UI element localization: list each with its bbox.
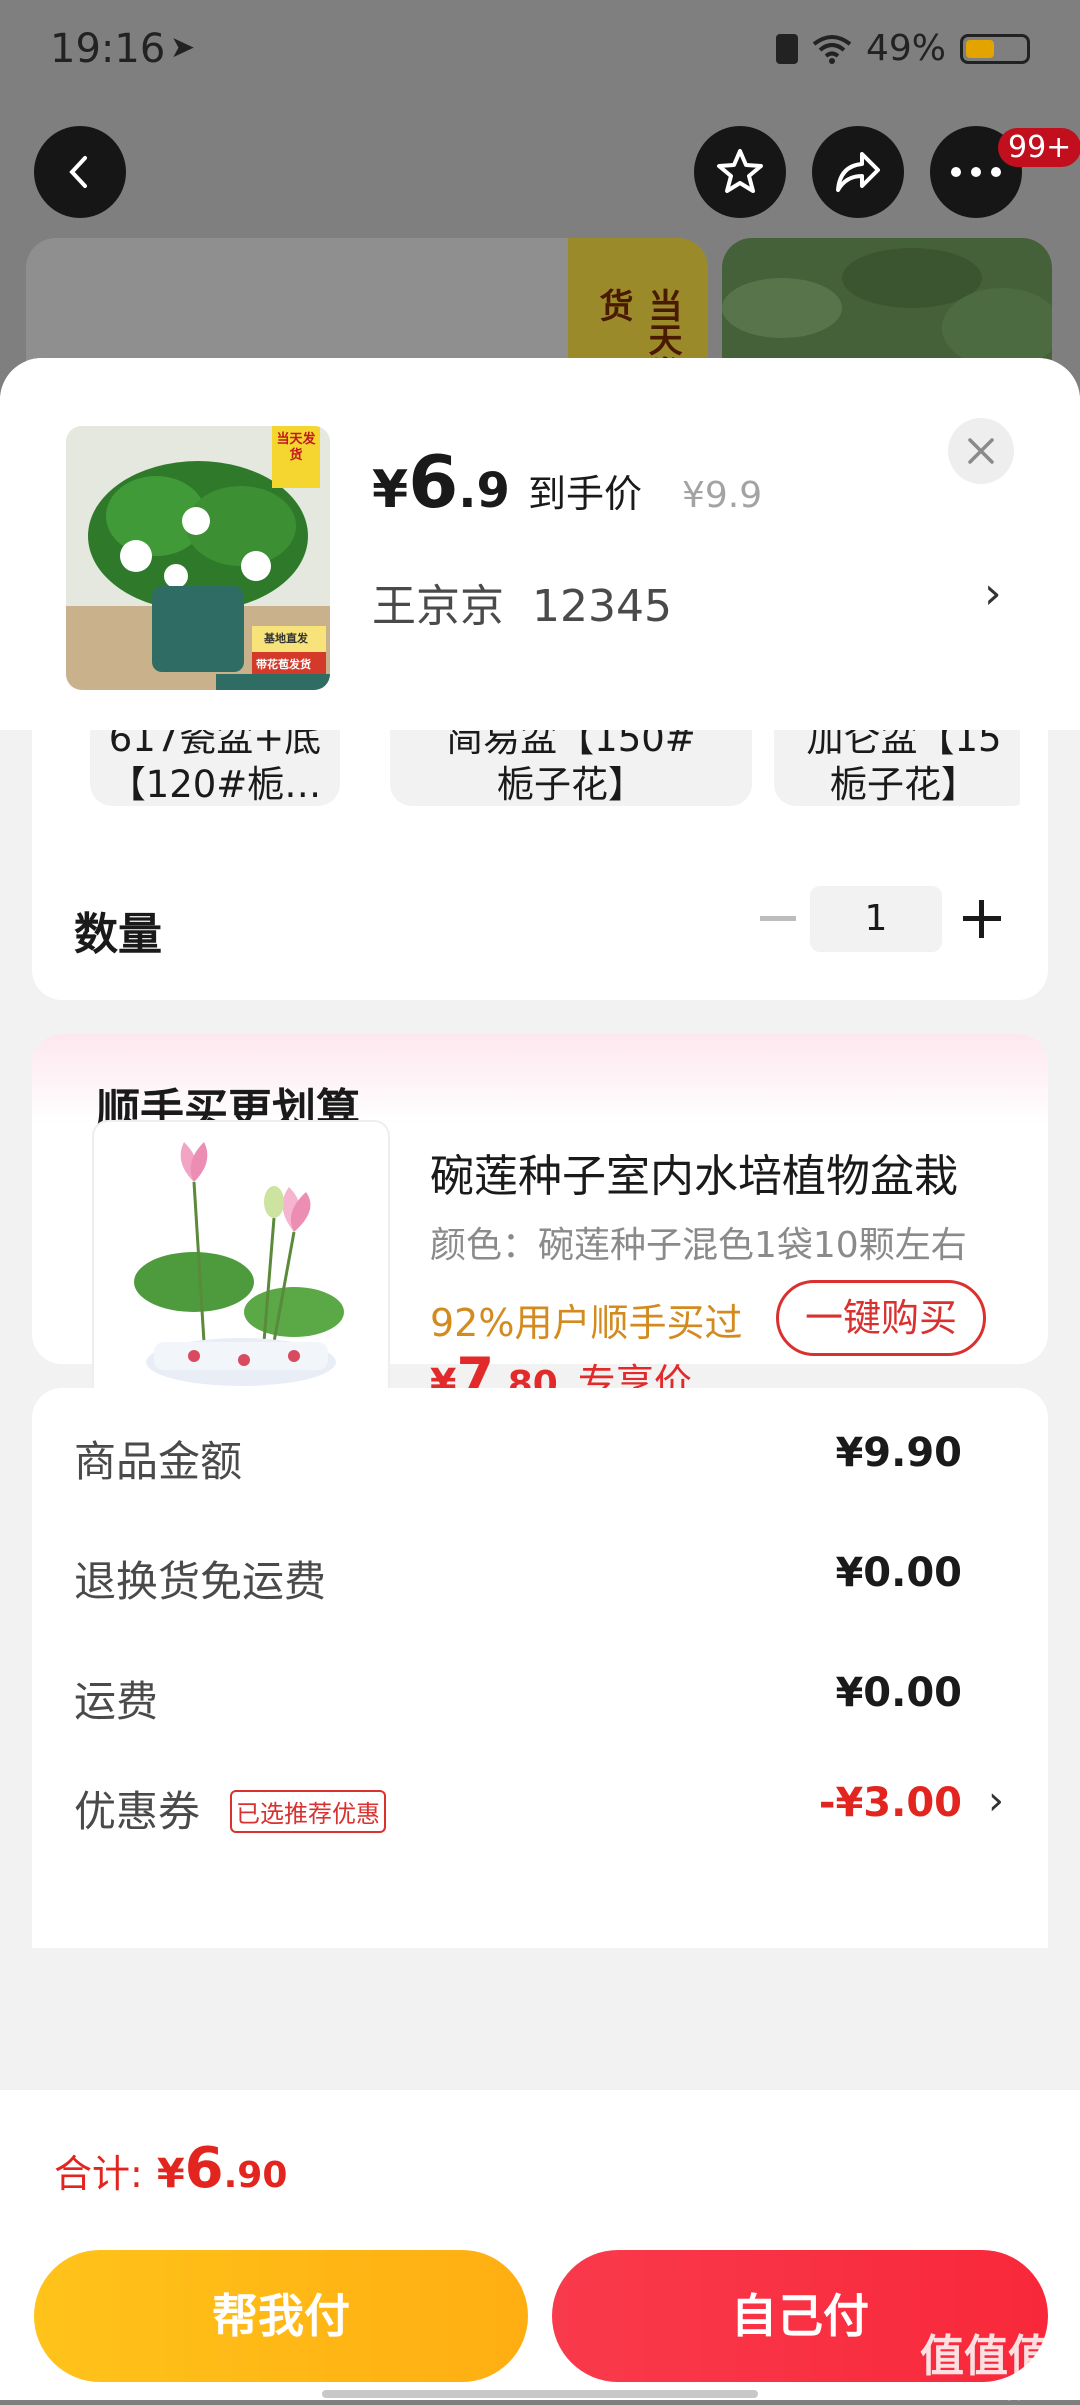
amount-value: ¥0.00 [835, 1550, 962, 1596]
amount-summary: 商品金额 ¥9.90 退换货免运费 ¥0.00 运费 ¥0.00 优惠券 已选推… [32, 1388, 1048, 1948]
lotus-product-image[interactable] [92, 1120, 390, 1414]
purchase-sheet: 617瓷盆+底 【120#栀… 简易盆【150# 栀子花】 加仑盆【15 栀子花】 数… [0, 358, 1080, 2400]
battery-icon [960, 33, 1030, 64]
home-indicator[interactable] [322, 2390, 758, 2398]
share-icon [836, 152, 880, 192]
price-integer: 6 [408, 440, 459, 524]
total-label: 合计: [54, 2152, 143, 2196]
plus-icon [963, 900, 1001, 938]
amount-value: ¥0.00 [835, 1670, 962, 1716]
amount-value: ¥9.90 [835, 1430, 962, 1476]
back-button[interactable] [34, 126, 126, 218]
quantity-increase-button[interactable] [952, 886, 1012, 952]
star-icon [717, 149, 763, 193]
coupon-value: -¥3.00 [818, 1780, 962, 1826]
close-icon [968, 438, 994, 464]
total-symbol: ¥ [156, 2151, 185, 2197]
total-amount: 合计: ¥ 6 .90 [54, 2136, 287, 2201]
same-day-tag: 当天发货 [272, 426, 320, 488]
battery-percent: 49% [865, 28, 946, 69]
coupon-row[interactable]: 优惠券 已选推荐优惠 -¥3.00 › [74, 1778, 1004, 1838]
chevron-right-icon[interactable]: › [984, 568, 1002, 619]
amount-row-goods: 商品金额 ¥9.90 [74, 1428, 1004, 1488]
pay-for-me-button[interactable]: 帮我付 [34, 2250, 528, 2382]
bundle-product-name[interactable]: 碗莲种子室内水培植物盆栽 [430, 1140, 958, 1204]
lotus-plant-image [134, 1142, 344, 1386]
total-integer: 6 [184, 2136, 224, 2201]
selected-spec[interactable]: 王京京 12345 [372, 570, 672, 634]
wifi-icon [812, 34, 852, 64]
coupon-tag: 已选推荐优惠 [230, 1790, 386, 1833]
status-bar: 19:16 ➤ 49% [0, 0, 1080, 100]
status-right: 49% [775, 28, 1030, 69]
bundle-offer-content: 碗莲种子室内水培植物盆栽 颜色：碗莲种子混色1袋10颗左右 92%用户顺手买过 … [32, 1034, 1048, 1414]
product-header: 当天发货 基地直发 带花苞发货 ¥ 6 .9 到手价 ¥9.9 王京京 1234… [0, 358, 1080, 730]
product-thumbnail[interactable]: 当天发货 基地直发 带花苞发货 [66, 426, 330, 690]
chevron-right-icon: › [988, 1778, 1004, 1824]
price-line: ¥ 6 .9 到手价 ¥9.9 [372, 440, 762, 524]
bundle-product-spec: 颜色：碗莲种子混色1袋10颗左右 [430, 1225, 967, 1266]
image-label-direct: 基地直发 [264, 632, 308, 645]
chevron-left-icon [69, 156, 87, 188]
amount-label: 商品金额 [74, 1437, 243, 1486]
price-symbol: ¥ [372, 460, 409, 520]
total-decimal: .90 [223, 2155, 288, 2196]
amount-row-return-shipping: 退换货免运费 ¥0.00 [74, 1548, 1004, 1608]
spec-quantity-card: 617瓷盆+底 【120#栀… 简易盆【150# 栀子花】 加仑盆【15 栀子花】 数… [32, 688, 1048, 1000]
amount-label: 退换货免运费 [74, 1557, 327, 1606]
watermark: 值值值 zhizhizhi.com [920, 2331, 1052, 2405]
favorite-button[interactable] [694, 126, 786, 218]
quantity-decrease-button[interactable] [748, 886, 808, 952]
one-click-buy-button[interactable]: 一键购买 [776, 1280, 986, 1356]
notification-icon: ➤ [170, 30, 196, 65]
more-dots-icon [951, 167, 1001, 177]
image-label-bud: 带花苞发货 [256, 658, 311, 671]
message-badge: 99+ [998, 128, 1080, 167]
quantity-label: 数量 [74, 909, 162, 960]
amount-row-shipping: 运费 ¥0.00 [74, 1668, 1004, 1728]
bundle-purchase-stat: 92%用户顺手买过 [430, 1301, 743, 1345]
price-label: 到手价 [527, 472, 642, 516]
price-decimal: .9 [458, 463, 510, 519]
sim-icon [775, 33, 798, 64]
coupon-label: 优惠券 [74, 1787, 201, 1836]
status-time: 19:16 [50, 26, 166, 72]
close-button[interactable] [948, 418, 1014, 484]
checkout-bar: 合计: ¥ 6 .90 帮我付 自己付 [0, 2090, 1080, 2400]
original-price: ¥9.9 [681, 475, 763, 516]
quantity-input[interactable]: 1 [810, 886, 942, 952]
minus-icon [760, 916, 796, 921]
share-button[interactable] [812, 126, 904, 218]
amount-label: 运费 [74, 1677, 159, 1726]
